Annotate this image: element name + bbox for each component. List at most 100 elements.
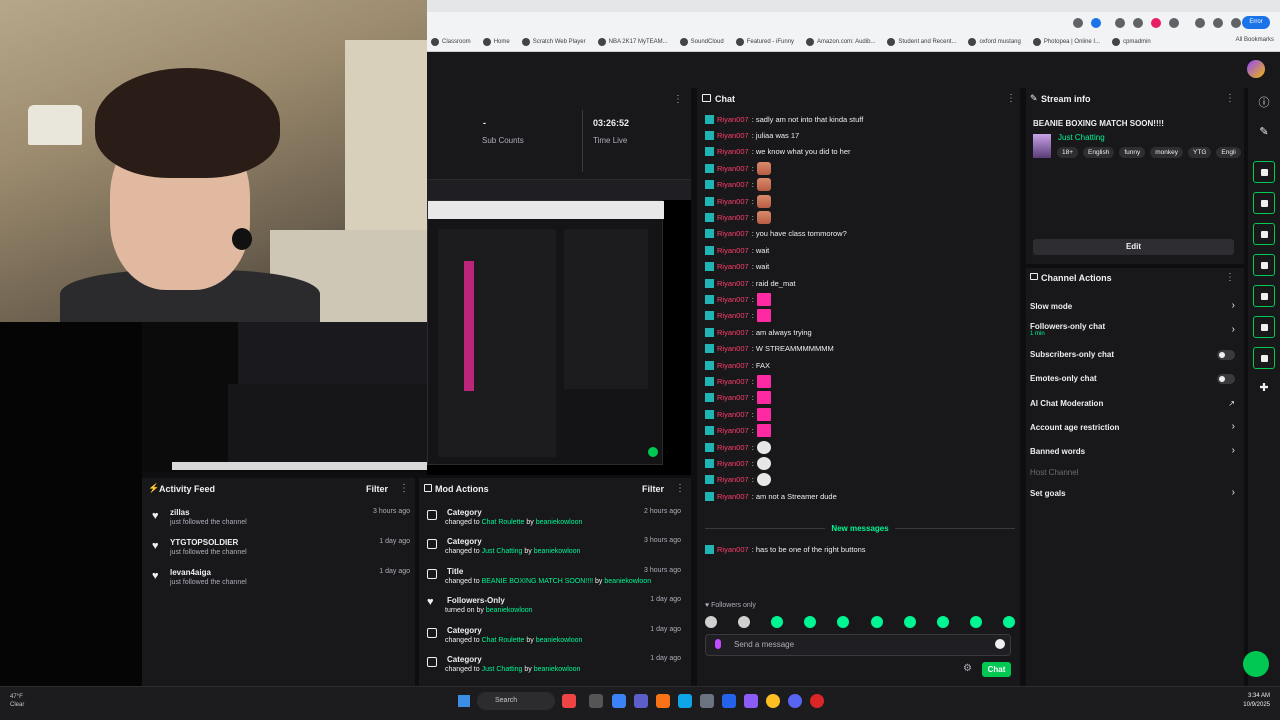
quick-emote-icon[interactable] bbox=[969, 616, 982, 628]
chat-username[interactable]: Riyan007 bbox=[717, 377, 749, 386]
chat-username[interactable]: Riyan007 bbox=[717, 262, 749, 271]
skull-emote-icon[interactable] bbox=[756, 440, 771, 454]
pink-emote-icon[interactable] bbox=[756, 424, 771, 438]
quick-action-clip[interactable] bbox=[1253, 161, 1275, 183]
quick-action-chat[interactable] bbox=[1253, 254, 1275, 276]
chat-username[interactable]: Riyan007 bbox=[717, 459, 749, 468]
pencil-icon[interactable]: ✎ bbox=[1257, 125, 1271, 139]
quick-action-tools[interactable] bbox=[1253, 347, 1275, 369]
bookmark-item[interactable]: Student and Recent... bbox=[887, 38, 956, 46]
stream-tag[interactable]: monkey bbox=[1150, 147, 1184, 158]
quick-action-broadcast[interactable] bbox=[1253, 285, 1275, 307]
taskbar-app-icon[interactable] bbox=[562, 694, 576, 708]
chat-settings-gear-icon[interactable]: ⚙ bbox=[963, 663, 972, 674]
chat-username[interactable]: Riyan007 bbox=[717, 115, 749, 124]
chat-username[interactable]: Riyan007 bbox=[717, 361, 749, 370]
pink-emote-icon[interactable] bbox=[756, 292, 771, 306]
taskbar-app-icon[interactable] bbox=[744, 694, 758, 708]
pink-emote-icon[interactable] bbox=[756, 391, 771, 405]
pink-emote-icon[interactable] bbox=[756, 309, 771, 323]
quick-action-ad[interactable] bbox=[1253, 192, 1275, 214]
chat-username[interactable]: Riyan007 bbox=[717, 328, 749, 337]
stream-info-more-icon[interactable]: ⋮ bbox=[1225, 93, 1235, 104]
taskbar-app-icon[interactable] bbox=[612, 694, 626, 708]
taskbar-app-icon[interactable] bbox=[700, 694, 714, 708]
system-clock[interactable]: 3:34 AM 10/9/2025 bbox=[1243, 692, 1270, 710]
bookmark-item[interactable]: Featured - iFunny bbox=[735, 38, 794, 46]
extension-icon[interactable] bbox=[1115, 18, 1125, 28]
chat-send-button[interactable]: Chat bbox=[982, 662, 1011, 677]
stream-tag[interactable]: Engli bbox=[1216, 147, 1241, 158]
channel-actions-more-icon[interactable]: ⋮ bbox=[1225, 272, 1235, 283]
peach-emote-icon[interactable] bbox=[756, 210, 771, 224]
chat-username[interactable]: Riyan007 bbox=[717, 545, 749, 554]
taskbar-app-icon[interactable] bbox=[656, 694, 670, 708]
quick-action-marker[interactable] bbox=[1253, 223, 1275, 245]
new-messages-divider[interactable]: New messages bbox=[705, 524, 1015, 540]
chat-username[interactable]: Riyan007 bbox=[717, 131, 749, 140]
quick-emote-icon[interactable] bbox=[936, 616, 949, 628]
taskbar-app-icon[interactable] bbox=[722, 694, 736, 708]
profile-icon[interactable] bbox=[1213, 18, 1223, 28]
chat-username[interactable]: Riyan007 bbox=[717, 279, 749, 288]
taskbar-app-icon[interactable] bbox=[810, 694, 824, 708]
mod-action-user[interactable]: beaniekowloon bbox=[534, 548, 581, 555]
bookmark-item[interactable]: Amazon.com: Audib... bbox=[806, 38, 875, 46]
extension-icon[interactable] bbox=[1169, 18, 1179, 28]
mic-icon[interactable] bbox=[715, 639, 721, 649]
quick-emote-icon[interactable] bbox=[870, 616, 883, 628]
stream-tag[interactable]: 18+ bbox=[1057, 147, 1079, 158]
all-bookmarks[interactable]: All Bookmarks bbox=[1236, 37, 1274, 43]
mod-action-target[interactable]: Just Chatting bbox=[482, 548, 523, 555]
chat-username[interactable]: Riyan007 bbox=[717, 492, 749, 501]
mod-action-target[interactable]: BEANIE BOXING MATCH SOON!!!! bbox=[482, 578, 594, 585]
pink-emote-icon[interactable] bbox=[756, 407, 771, 421]
mod-action-user[interactable]: beaniekowloon bbox=[536, 519, 583, 526]
taskbar-app-icon[interactable] bbox=[634, 694, 648, 708]
weather-widget[interactable]: 47°F Clear bbox=[10, 693, 24, 709]
chrome-taskbar-icon[interactable] bbox=[766, 694, 780, 708]
stream-category[interactable]: Just Chatting bbox=[1058, 133, 1105, 142]
mod-filter-button[interactable]: Filter bbox=[642, 484, 664, 494]
mod-action-user[interactable]: beaniekowloon bbox=[536, 637, 583, 644]
chat-username[interactable]: Riyan007 bbox=[717, 475, 749, 484]
fab-button[interactable] bbox=[1243, 651, 1269, 677]
chat-username[interactable]: Riyan007 bbox=[717, 197, 749, 206]
chat-username[interactable]: Riyan007 bbox=[717, 426, 749, 435]
chat-username[interactable]: Riyan007 bbox=[717, 147, 749, 156]
mod-action-user[interactable]: beaniekowloon bbox=[534, 666, 581, 673]
activity-filter-button[interactable]: Filter bbox=[366, 484, 388, 494]
banned-words-row[interactable]: Banned words › bbox=[1030, 445, 1235, 461]
stream-tag[interactable]: English bbox=[1083, 147, 1115, 158]
chat-username[interactable]: Riyan007 bbox=[717, 311, 749, 320]
quick-emote-icon[interactable] bbox=[738, 616, 751, 628]
chat-username[interactable]: Riyan007 bbox=[717, 344, 749, 353]
pink-emote-icon[interactable] bbox=[756, 374, 771, 388]
bookmark-item[interactable]: SoundCloud bbox=[679, 38, 724, 46]
followers-only-row[interactable]: Followers-only chat 1 min › bbox=[1030, 322, 1235, 337]
activity-username[interactable]: levan4aiga bbox=[170, 568, 211, 577]
chat-username[interactable]: Riyan007 bbox=[717, 393, 749, 402]
mod-action-target[interactable]: Chat Roulette bbox=[482, 637, 525, 644]
bookmark-item[interactable]: Scratch Web Player bbox=[521, 38, 586, 46]
chat-username[interactable]: Riyan007 bbox=[717, 443, 749, 452]
chat-username[interactable]: Riyan007 bbox=[717, 410, 749, 419]
info-icon[interactable]: ⓘ bbox=[1257, 94, 1271, 109]
quick-emote-icon[interactable] bbox=[903, 616, 916, 628]
mod-more-icon[interactable]: ⋮ bbox=[675, 483, 685, 494]
chat-message-input[interactable]: Send a message bbox=[705, 634, 1011, 656]
zoom-icon[interactable] bbox=[1073, 18, 1083, 28]
bookmark-item[interactable]: NBA 2K17 MyTEAM... bbox=[597, 38, 668, 46]
chat-username[interactable]: Riyan007 bbox=[717, 213, 749, 222]
quick-emote-icon[interactable] bbox=[1002, 616, 1015, 628]
chat-username[interactable]: Riyan007 bbox=[717, 246, 749, 255]
chat-username[interactable]: Riyan007 bbox=[717, 164, 749, 173]
bookmark-item[interactable]: Photopea | Online I... bbox=[1032, 38, 1100, 46]
quick-emote-icon[interactable] bbox=[837, 616, 850, 628]
add-action-icon[interactable]: ✚ bbox=[1257, 381, 1271, 395]
mod-action-user[interactable]: beaniekowloon bbox=[486, 607, 533, 614]
chat-username[interactable]: Riyan007 bbox=[717, 295, 749, 304]
chat-more-icon[interactable]: ⋮ bbox=[1006, 93, 1016, 104]
peach-emote-icon[interactable] bbox=[756, 194, 771, 208]
edit-stream-info-button[interactable]: Edit bbox=[1033, 239, 1234, 255]
